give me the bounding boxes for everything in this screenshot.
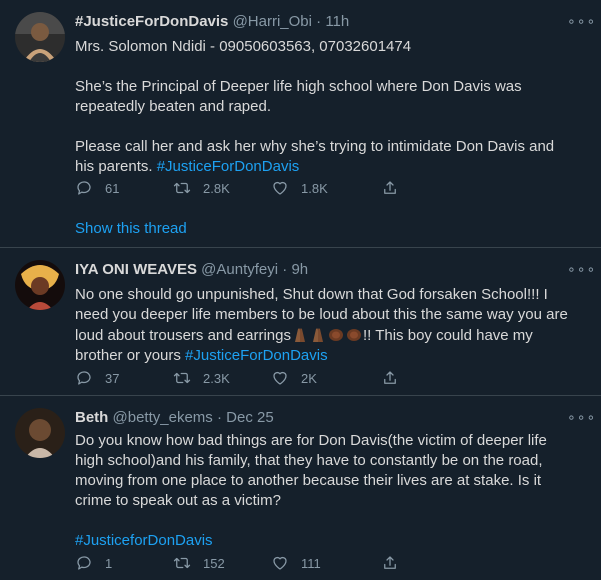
reply-icon (77, 181, 91, 195)
tweet-actions: 37 2.3K 2K (75, 368, 535, 388)
separator: · (212, 409, 227, 426)
like-button[interactable]: 2K (271, 368, 317, 388)
tweet-actions: 61 2.8K 1.8K (75, 178, 535, 198)
share-icon (384, 371, 396, 384)
heart-icon (273, 181, 287, 195)
retweet-button[interactable]: 2.3K (173, 368, 230, 388)
display-name[interactable]: Beth (75, 409, 108, 426)
separator: · (311, 13, 326, 30)
tweet[interactable]: IYA ONI WEAVES @Auntyfeyi · 9h ∘∘∘ No on… (0, 248, 601, 396)
share-icon (384, 181, 396, 194)
avatar[interactable] (15, 12, 65, 62)
display-name[interactable]: IYA ONI WEAVES (75, 261, 197, 278)
like-button[interactable]: 1.8K (271, 178, 328, 198)
tweet-line: brother or yours #JusticeForDonDavis (75, 346, 587, 366)
timestamp[interactable]: 9h (291, 261, 308, 278)
more-options-icon[interactable]: ∘∘∘ (567, 260, 595, 280)
clapping-hands-emoji-icon (328, 329, 343, 341)
tweet-text-fragment: loud about trousers and earrings (75, 327, 291, 344)
tweet-header: IYA ONI WEAVES @Auntyfeyi · 9h (75, 260, 561, 280)
like-count: 2K (301, 370, 317, 386)
tweet-line: No one should go unpunished, Shut down t… (75, 286, 548, 303)
heart-icon (273, 556, 287, 570)
retweet-button[interactable]: 2.8K (173, 178, 230, 198)
tweet-text-fragment: brother or yours (75, 347, 186, 364)
username[interactable]: @betty_ekems (113, 409, 213, 426)
share-button[interactable] (381, 178, 411, 198)
tweet[interactable]: Beth @betty_ekems · Dec 25 ∘∘∘ Do you kn… (0, 396, 601, 580)
tweet-line: high school)and his family, that they ha… (75, 452, 543, 469)
tweet-line: Mrs. Solomon Ndidi - 09050603563, 070326… (75, 38, 412, 55)
reply-button[interactable]: 61 (75, 178, 119, 198)
share-icon (384, 556, 396, 569)
avatar[interactable] (15, 408, 65, 458)
tweet-text: Do you know how bad things are for Don D… (75, 431, 587, 551)
retweet-count: 2.3K (203, 370, 230, 386)
tweet-actions: 1 152 111 (75, 553, 535, 573)
tweet-line: need you deeper life members to be loud … (75, 306, 568, 323)
tweet-line: Do you know how bad things are for Don D… (75, 432, 547, 449)
heart-icon (273, 371, 287, 385)
timestamp[interactable]: 11h (325, 13, 349, 30)
retweet-button[interactable]: 152 (173, 553, 225, 573)
reply-count: 37 (105, 370, 120, 386)
timeline: #JusticeForDonDavis @Harri_Obi · 11h ∘∘∘… (0, 0, 601, 580)
reply-icon (77, 371, 91, 385)
avatar[interactable] (15, 260, 65, 310)
share-button[interactable] (381, 368, 411, 388)
tweet-header: #JusticeForDonDavis @Harri_Obi · 11h (75, 12, 561, 32)
clapping-hands-emoji-icon (346, 329, 361, 341)
folded-hands-emoji-icon (294, 328, 305, 342)
reply-button[interactable]: 1 (75, 553, 112, 573)
hashtag-link[interactable]: #JusticeforDonDavis (75, 532, 213, 549)
timestamp[interactable]: Dec 25 (226, 409, 274, 426)
hashtag-link[interactable]: #JusticeForDonDavis (157, 158, 300, 175)
reply-count: 61 (105, 180, 120, 196)
like-count: 111 (301, 555, 321, 571)
folded-hands-emoji-icon (312, 328, 323, 342)
retweet-icon (173, 557, 191, 569)
tweet-line: loud about trousers and earrings !! This … (75, 325, 587, 346)
tweet-line: Please call her and ask her why she’s tr… (75, 138, 555, 155)
hashtag-link[interactable]: #JusticeForDonDavis (185, 347, 328, 364)
retweet-count: 2.8K (203, 180, 230, 196)
like-button[interactable]: 111 (271, 553, 321, 573)
tweet-header: Beth @betty_ekems · Dec 25 (75, 408, 561, 428)
tweet-line: #JusticeforDonDavis (75, 531, 587, 551)
like-count: 1.8K (301, 180, 328, 196)
tweet-line-gap (75, 57, 587, 77)
tweet-text-fragment: his parents. (75, 158, 157, 175)
tweet-line: repeatedly beaten and raped. (75, 98, 271, 115)
retweet-icon (173, 182, 191, 194)
tweet-line: his parents. #JusticeForDonDavis (75, 157, 587, 177)
reply-count: 1 (105, 555, 113, 571)
display-name[interactable]: #JusticeForDonDavis (75, 13, 228, 30)
tweet-line-gap (75, 117, 587, 137)
tweet-text: No one should go unpunished, Shut down t… (75, 285, 587, 366)
retweet-icon (173, 372, 191, 384)
tweet-line-gap (75, 511, 587, 531)
share-button[interactable] (381, 553, 411, 573)
reply-icon (77, 556, 91, 570)
separator: · (278, 261, 292, 278)
tweet-line: moving from one place to another because… (75, 472, 542, 489)
tweet-text-fragment: !! This boy could have my (362, 327, 533, 344)
tweet[interactable]: #JusticeForDonDavis @Harri_Obi · 11h ∘∘∘… (0, 0, 601, 248)
username[interactable]: @Harri_Obi (233, 13, 312, 30)
reply-button[interactable]: 37 (75, 368, 119, 388)
tweet-text: Mrs. Solomon Ndidi - 09050603563, 070326… (75, 37, 587, 177)
more-options-icon[interactable]: ∘∘∘ (567, 12, 595, 32)
show-thread-link[interactable]: Show this thread (75, 219, 187, 239)
tweet-line: She’s the Principal of Deeper life high … (75, 78, 522, 95)
retweet-count: 152 (203, 555, 225, 571)
username[interactable]: @Auntyfeyi (201, 261, 278, 278)
more-options-icon[interactable]: ∘∘∘ (567, 408, 595, 428)
tweet-line: crime to speak out as a victim? (75, 492, 281, 509)
